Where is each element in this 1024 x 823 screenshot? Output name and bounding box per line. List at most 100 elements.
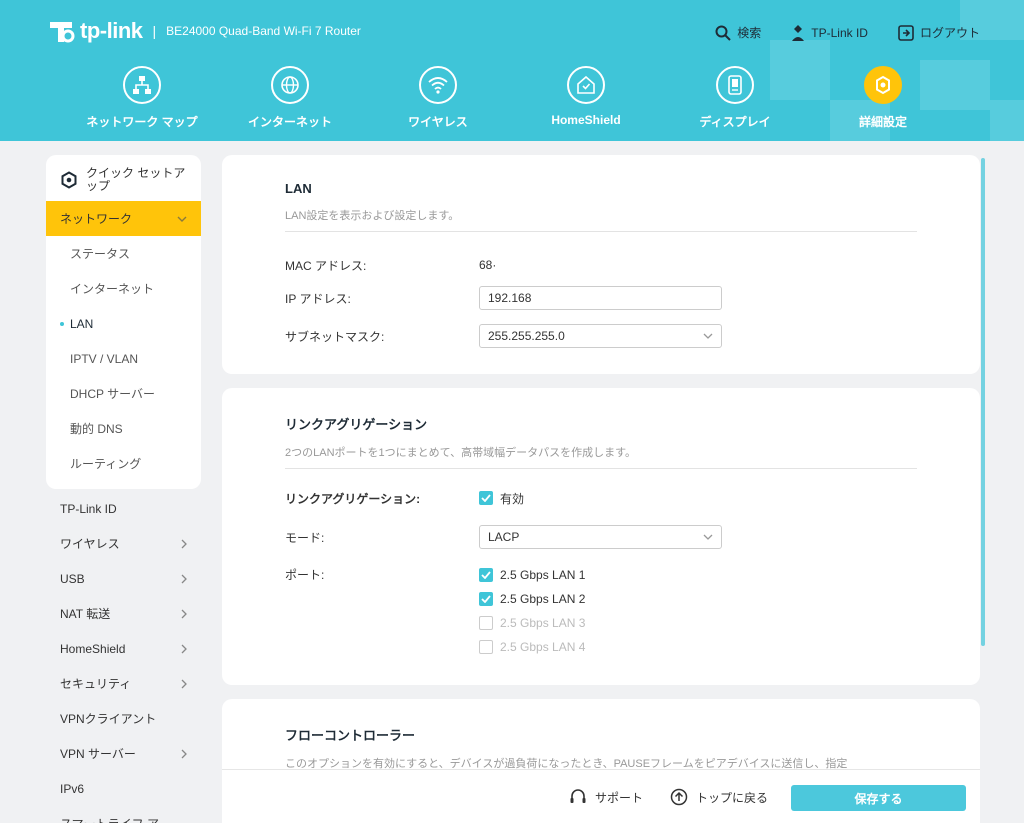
search-button[interactable]: 検索	[715, 24, 761, 41]
sidebar-subitem-iptv-vlan[interactable]: IPTV / VLAN	[46, 341, 201, 376]
arrow-up-circle-icon	[670, 788, 688, 806]
back-to-top-button[interactable]: トップに戻る	[670, 788, 768, 806]
tab-network-map[interactable]: ネットワーク マップ	[67, 66, 217, 130]
port-lan2-checkbox[interactable]: 2.5 Gbps LAN 2	[479, 587, 585, 611]
mode-label: モード:	[285, 530, 325, 545]
sidebar-item-vpn-server[interactable]: VPN サーバー	[46, 736, 201, 771]
tab-display[interactable]: ディスプレイ	[660, 66, 810, 130]
mode-select[interactable]: LACP	[479, 525, 722, 549]
port-label: 2.5 Gbps LAN 3	[500, 616, 586, 630]
subnet-mask-select[interactable]: 255.255.255.0	[479, 324, 722, 348]
sidebar-item-label: HomeShield	[60, 641, 126, 656]
sidebar-subitem-label: 動的 DNS	[70, 422, 123, 436]
network-map-icon	[133, 76, 151, 94]
logo-text: tp-link	[80, 18, 143, 43]
main-content: LAN LAN設定を表示および設定します。 MAC アドレス: 68· IP ア…	[222, 155, 980, 823]
aggregation-label: リンクアグリゲーション:	[285, 491, 421, 506]
search-label: 検索	[737, 26, 762, 40]
support-label: サポート	[595, 790, 644, 805]
gear-icon	[876, 75, 890, 95]
display-icon	[728, 75, 742, 95]
support-button[interactable]: サポート	[569, 788, 643, 806]
logo[interactable]: tp-link | BE24000 Quad-Band Wi-Fi 7 Rout…	[46, 16, 361, 46]
sidebar-item-vpn-client[interactable]: VPNクライアント	[46, 701, 201, 736]
sidebar-subitem-routing[interactable]: ルーティング	[46, 446, 201, 481]
lan-card: LAN LAN設定を表示および設定します。 MAC アドレス: 68· IP ア…	[222, 155, 980, 374]
chevron-right-icon	[181, 609, 187, 618]
tab-wireless[interactable]: ワイヤレス	[363, 66, 513, 130]
main-nav: ネットワーク マップ インターネット ワイヤレス HomeShield ディスプ…	[0, 66, 1024, 136]
ip-label: IP アドレス:	[285, 291, 351, 306]
sidebar-item-label: ネットワーク	[60, 212, 133, 226]
subnet-label: サブネットマスク:	[285, 329, 385, 344]
scrollbar[interactable]	[981, 158, 985, 646]
port-lan1-checkbox[interactable]: 2.5 Gbps LAN 1	[479, 563, 585, 587]
chevron-down-icon	[177, 216, 187, 222]
sidebar-subitem-dhcp-server[interactable]: DHCP サーバー	[46, 376, 201, 411]
port-lan3-checkbox[interactable]: 2.5 Gbps LAN 3	[479, 611, 585, 635]
sidebar-item-label: VPNクライアント	[60, 712, 157, 726]
model-name: BE24000 Quad-Band Wi-Fi 7 Router	[166, 24, 361, 38]
aggregation-enable-label: 有効	[500, 491, 525, 506]
sidebar-subitem-label: LAN	[70, 316, 94, 331]
sidebar-item-quick-setup[interactable]: クイック セットアップ	[46, 167, 201, 201]
sidebar-item-smart-life[interactable]: スマートライフ ア	[46, 806, 201, 823]
port-lan4-checkbox[interactable]: 2.5 Gbps LAN 4	[479, 635, 585, 659]
tab-label: HomeShield	[551, 113, 621, 127]
sidebar-item-usb[interactable]: USB	[46, 561, 201, 596]
aggregation-enable-checkbox[interactable]: 有効	[479, 486, 524, 510]
sidebar-item-security[interactable]: セキュリティ	[46, 666, 201, 701]
section-description: LAN設定を表示および設定します。	[285, 207, 917, 232]
sidebar-subitem-lan[interactable]: LAN	[46, 306, 201, 341]
chevron-down-icon	[703, 333, 713, 339]
tab-homeshield[interactable]: HomeShield	[511, 66, 661, 127]
sidebar-item-nat-forwarding[interactable]: NAT 転送	[46, 596, 201, 631]
save-label: 保存する	[854, 791, 903, 806]
sidebar-item-wireless[interactable]: ワイヤレス	[46, 526, 201, 561]
port-label: 2.5 Gbps LAN 2	[500, 592, 586, 606]
link-aggregation-card: リンクアグリゲーション 2つのLANポートを1つにまとめて、高帯域幅データパスを…	[222, 388, 980, 685]
subnet-row: サブネットマスク: 255.255.255.0	[285, 324, 917, 348]
tplink-logo-icon	[50, 22, 75, 43]
port-label: 2.5 Gbps LAN 4	[500, 640, 586, 654]
sidebar-item-homeshield[interactable]: HomeShield	[46, 631, 201, 666]
sidebar-subitem-internet[interactable]: インターネット	[46, 271, 201, 306]
footer: サポート トップに戻る 保存する	[222, 769, 980, 823]
sidebar-item-network[interactable]: ネットワーク	[46, 201, 201, 236]
checkbox-checked-icon	[479, 568, 493, 582]
mode-value: LACP	[488, 530, 520, 544]
section-title: LAN	[285, 181, 312, 196]
wifi-icon	[428, 77, 448, 94]
ip-row: IP アドレス: 192.168	[285, 286, 917, 310]
tplink-id-button[interactable]: TP-Link ID	[791, 24, 868, 41]
sidebar-subitem-dynamic-dns[interactable]: 動的 DNS	[46, 411, 201, 446]
sidebar-list: TP-Link ID ワイヤレス USB NAT 転送 HomeShield セ…	[46, 489, 201, 823]
sidebar-item-label: VPN サーバー	[60, 747, 136, 761]
save-button[interactable]: 保存する	[791, 785, 966, 811]
tab-label: ワイヤレス	[408, 115, 468, 129]
port-label: 2.5 Gbps LAN 1	[500, 568, 586, 582]
sidebar-subitem-status[interactable]: ステータス	[46, 236, 201, 271]
sidebar-subitem-label: DHCP サーバー	[70, 387, 155, 401]
globe-icon	[281, 76, 299, 94]
sidebar-item-tplink-id[interactable]: TP-Link ID	[46, 491, 201, 526]
logout-icon	[898, 24, 914, 41]
tab-label: ディスプレイ	[699, 115, 771, 129]
mode-row: モード: LACP	[285, 525, 917, 549]
separator: |	[152, 23, 157, 39]
tab-label: ネットワーク マップ	[86, 115, 198, 129]
sidebar-item-label: クイック セットアップ	[86, 166, 186, 193]
ports-label: ポート:	[285, 568, 325, 582]
sidebar-item-ipv6[interactable]: IPv6	[46, 771, 201, 806]
sidebar-item-label: TP-Link ID	[60, 501, 117, 516]
chevron-right-icon	[181, 644, 187, 653]
section-description: 2つのLANポートを1つにまとめて、高帯域幅データパスを作成します。	[285, 444, 917, 469]
chevron-right-icon	[181, 539, 187, 548]
ip-address-input[interactable]: 192.168	[479, 286, 722, 310]
logout-button[interactable]: ログアウト	[898, 24, 980, 41]
logout-label: ログアウト	[919, 26, 980, 40]
tab-internet[interactable]: インターネット	[215, 66, 365, 130]
checkbox-checked-icon	[479, 592, 493, 606]
chevron-down-icon	[703, 534, 713, 540]
tab-advanced[interactable]: 詳細設定	[808, 66, 958, 130]
